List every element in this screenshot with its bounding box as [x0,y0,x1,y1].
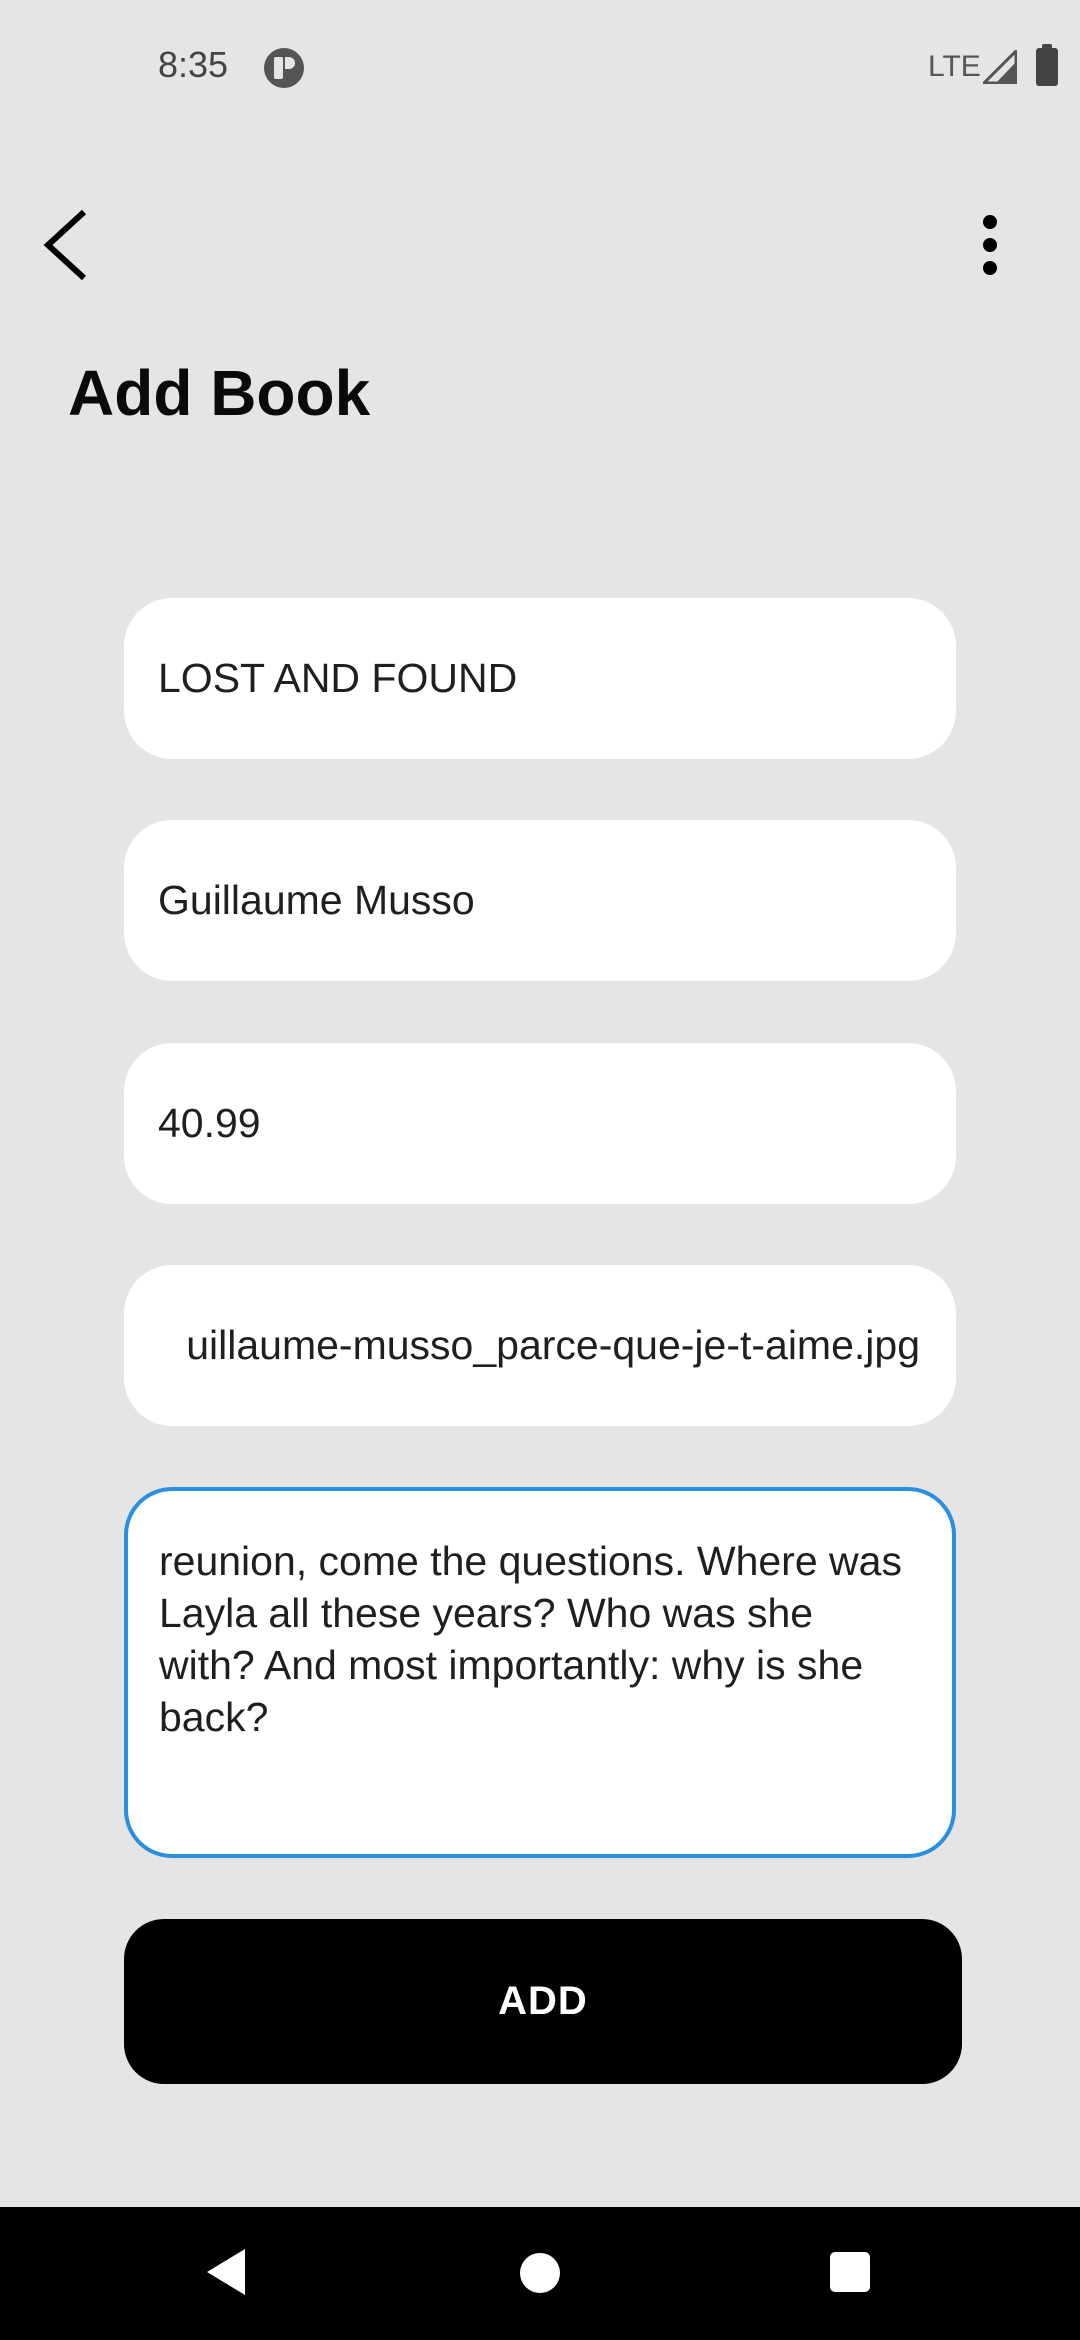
nav-recents-icon[interactable] [830,2252,870,2292]
price-field[interactable]: 40.99 [124,1043,956,1204]
book-title-field[interactable]: LOST AND FOUND [124,598,956,759]
nav-back-icon[interactable] [205,2247,249,2297]
price-value: 40.99 [158,1100,261,1146]
image-filename-field[interactable]: uillaume-musso_parce-que-je-t-aime.jpg [124,1265,956,1426]
add-button[interactable]: ADD [124,1919,962,2084]
chevron-left-icon [43,209,87,281]
app-notification-icon [264,48,304,88]
nav-home-icon[interactable] [520,2253,560,2293]
back-button[interactable] [30,200,110,290]
author-value: Guillaume Musso [158,877,475,923]
screen: 8:35 LTE Add Book LOST AND FOUND Guillau… [0,0,1080,2340]
book-title-value: LOST AND FOUND [158,655,518,701]
description-value: reunion, come the questions. Where was L… [159,1538,902,1740]
network-type-label: LTE [928,50,981,83]
signal-icon [983,50,1017,84]
author-field[interactable]: Guillaume Musso [124,820,956,981]
more-vertical-icon [983,215,997,275]
status-bar: 8:35 LTE [0,0,1080,135]
page-title: Add Book [68,357,371,429]
status-time: 8:35 [158,44,229,85]
navigation-bar [0,2207,1080,2340]
image-filename-value: uillaume-musso_parce-que-je-t-aime.jpg [186,1322,920,1368]
battery-icon [1036,44,1058,86]
description-field[interactable]: reunion, come the questions. Where was L… [124,1487,956,1858]
more-options-button[interactable] [960,205,1020,285]
